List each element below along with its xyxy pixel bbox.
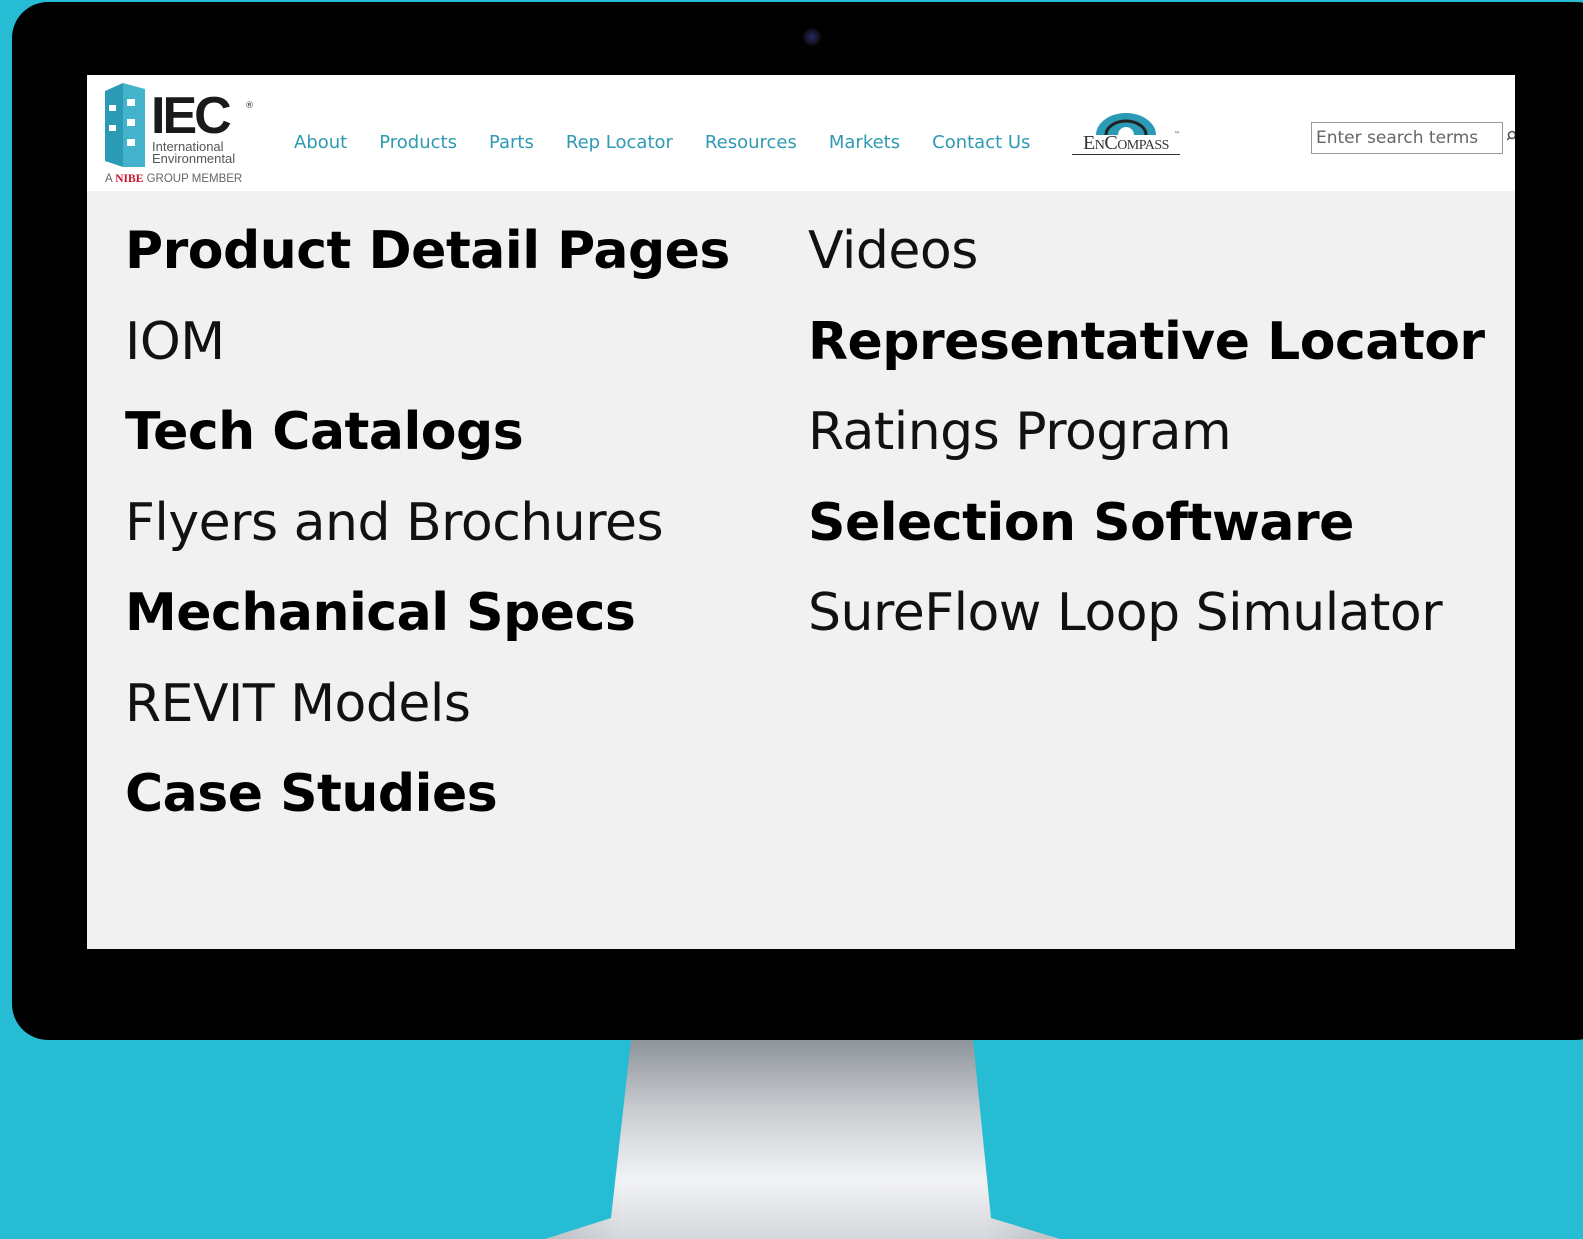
nav-contact-us[interactable]: Contact Us	[932, 132, 1030, 153]
logo-tagline: A NIBE GROUP MEMBER	[105, 173, 242, 185]
link-product-detail-pages[interactable]: Product Detail Pages	[125, 214, 730, 316]
encompass-logo[interactable]: EnCompass ™	[1072, 111, 1180, 159]
logo-tag-brand: NIBE	[115, 173, 144, 185]
building-icon	[105, 83, 145, 167]
site-header: IEC ® International Environmental A NIBE…	[87, 75, 1515, 191]
link-sureflow-loop-simulator[interactable]: SureFlow Loop Simulator	[808, 576, 1485, 678]
logo-wordmark: IEC	[151, 87, 232, 145]
logo-tag-prefix: A	[105, 173, 113, 185]
search-input[interactable]	[1311, 122, 1503, 154]
trademark-mark: ™	[1174, 131, 1180, 138]
encompass-wordmark: EnCompass	[1072, 132, 1180, 155]
nav-parts[interactable]: Parts	[489, 132, 534, 153]
link-revit-models[interactable]: REVIT Models	[125, 667, 730, 769]
nav-markets[interactable]: Markets	[829, 132, 900, 153]
right-resource-column: Videos Representative Locator Ratings Pr…	[808, 221, 1485, 678]
logo-tag-suffix: GROUP MEMBER	[146, 173, 243, 185]
link-tech-catalogs[interactable]: Tech Catalogs	[125, 395, 730, 497]
registered-mark: ®	[245, 101, 254, 111]
link-iom[interactable]: IOM	[125, 305, 730, 407]
link-ratings-program[interactable]: Ratings Program	[808, 395, 1485, 497]
nav-about[interactable]: About	[294, 132, 347, 153]
monitor-stand	[545, 1040, 1065, 1239]
main-nav: About Products Parts Rep Locator Resourc…	[294, 132, 1062, 153]
link-mechanical-specs[interactable]: Mechanical Specs	[125, 576, 730, 678]
nav-products[interactable]: Products	[379, 132, 457, 153]
search-icon[interactable]	[1507, 130, 1515, 144]
link-representative-locator[interactable]: Representative Locator	[808, 305, 1485, 407]
nav-rep-locator[interactable]: Rep Locator	[566, 132, 673, 153]
nav-resources[interactable]: Resources	[705, 132, 797, 153]
link-case-studies[interactable]: Case Studies	[125, 757, 730, 859]
browser-screen: IEC ® International Environmental A NIBE…	[87, 75, 1515, 949]
link-selection-software[interactable]: Selection Software	[808, 486, 1485, 588]
logo-line-environmental: Environmental	[152, 151, 236, 166]
link-videos[interactable]: Videos	[808, 214, 1485, 316]
camera-icon	[803, 28, 821, 46]
iec-logo[interactable]: IEC ® International Environmental A NIBE…	[105, 83, 265, 191]
left-resource-column: Product Detail Pages IOM Tech Catalogs F…	[125, 221, 730, 859]
link-flyers-and-brochures[interactable]: Flyers and Brochures	[125, 486, 730, 588]
